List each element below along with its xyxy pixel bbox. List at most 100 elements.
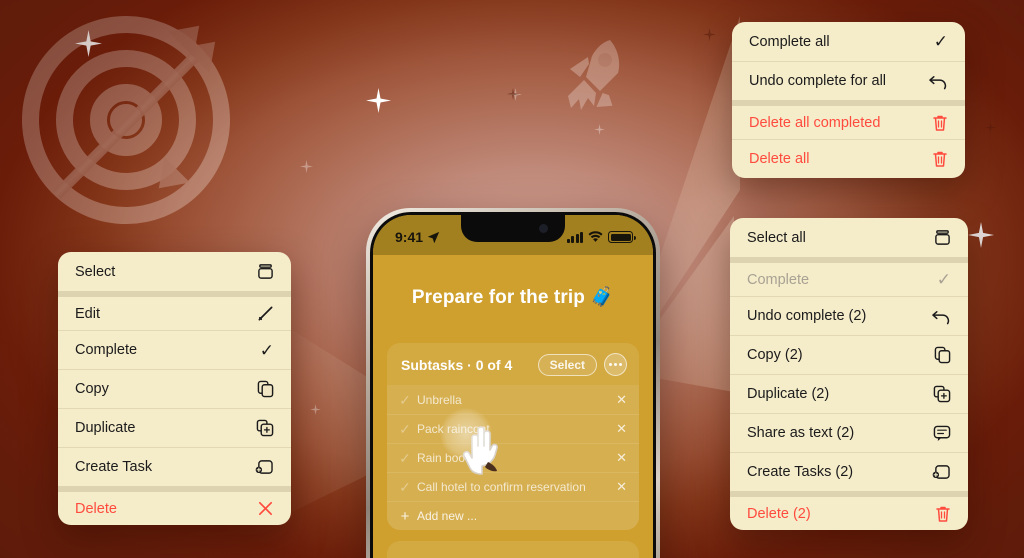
subtask-list: ✓ Unbrella ✕ ✓ Pack raincoat ✕ ✓ [387, 385, 639, 530]
phone-screen: 9:41 Prepare for the trip 🧳 Subtasks · 0… [373, 215, 653, 558]
menu-item-label: Duplicate (2) [747, 386, 830, 402]
status-bar-time: 9:41 [395, 229, 424, 245]
phone-bezel: 9:41 Prepare for the trip 🧳 Subtasks · 0… [370, 212, 656, 558]
menu-item-label: Copy (2) [747, 347, 803, 363]
menu-item-edit[interactable]: Edit [58, 291, 291, 330]
menu-item-label: Undo complete (2) [747, 308, 867, 324]
menu-item-label: Complete [747, 271, 810, 288]
select-button[interactable]: Select [537, 353, 597, 376]
plus-icon: + [400, 507, 410, 525]
menu-item-label: Complete [75, 342, 138, 358]
menu-item-label: Undo complete for all [749, 73, 887, 89]
phone-notch [461, 215, 565, 242]
list-item[interactable]: ✓ Pack raincoat ✕ [387, 414, 639, 443]
checkmark-icon[interactable]: ✓ [393, 393, 417, 407]
context-menu-selection-actions[interactable]: Select all Complete ✓ Undo complete (2) … [730, 218, 968, 530]
undo-arrow-icon [926, 73, 948, 90]
list-item[interactable]: ✓ Call hotel to confirm reservation ✕ [387, 472, 639, 501]
trash-icon [926, 114, 948, 132]
subtasks-card-header: Subtasks · 0 of 4 Select [387, 343, 639, 385]
menu-item-label: Edit [75, 305, 100, 322]
menu-item-delete[interactable]: Delete (2) [730, 491, 968, 530]
duplicate-icon [929, 385, 951, 403]
menu-item-label: Copy [75, 381, 109, 397]
menu-item-label: Complete all [749, 33, 830, 50]
menu-item-create-task[interactable]: Create Task [58, 447, 291, 486]
menu-item-label: Select all [747, 229, 806, 246]
battery-icon [608, 231, 636, 243]
menu-item-undo-complete-for-all[interactable]: Undo complete for all [732, 61, 965, 100]
subtasks-count-label: Subtasks · 0 of 4 [401, 356, 513, 373]
menu-item-delete[interactable]: Delete [58, 486, 291, 525]
menu-item-duplicate[interactable]: Duplicate [58, 408, 291, 447]
menu-item-delete-all-completed[interactable]: Delete all completed [732, 100, 965, 139]
pointing-hand-cursor [440, 408, 508, 480]
menu-item-select[interactable]: Select [58, 252, 291, 291]
ellipsis-circle-icon[interactable] [604, 353, 627, 376]
undo-arrow-icon [929, 308, 951, 325]
duplicate-icon [252, 419, 274, 437]
checkmark-icon[interactable]: ✓ [393, 422, 417, 436]
menu-item-copy[interactable]: Copy (2) [730, 335, 968, 374]
menu-item-complete[interactable]: Complete ✓ [730, 257, 968, 296]
menu-item-label: Create Task [75, 459, 153, 475]
secondary-card [387, 541, 639, 558]
x-icon [252, 500, 274, 517]
create-task-icon [929, 464, 951, 480]
menu-item-label: Delete all completed [749, 114, 881, 131]
remove-icon[interactable]: ✕ [616, 479, 627, 495]
checkmark-icon: ✓ [933, 32, 948, 51]
pencil-icon [252, 305, 274, 322]
page-title: Prepare for the trip 🧳 [411, 287, 615, 308]
checkmark-icon: ✓ [936, 270, 951, 289]
menu-item-copy[interactable]: Copy [58, 369, 291, 408]
menu-item-label: Delete [75, 500, 117, 517]
menu-item-label: Create Tasks (2) [747, 464, 854, 480]
menu-item-undo-complete[interactable]: Undo complete (2) [730, 296, 968, 335]
list-item[interactable]: ✓ Unbrella ✕ [387, 385, 639, 414]
screen-content: Prepare for the trip 🧳 Subtasks · 0 of 4… [373, 255, 653, 558]
trash-icon [926, 150, 948, 168]
menu-item-create-tasks[interactable]: Create Tasks (2) [730, 452, 968, 491]
trash-icon [929, 505, 951, 523]
tap-highlight [440, 408, 492, 460]
menu-item-delete-all[interactable]: Delete all [732, 139, 965, 178]
menu-item-label: Delete (2) [747, 505, 811, 522]
select-box-icon [252, 263, 274, 280]
menu-item-label: Duplicate [75, 420, 136, 436]
subtask-label: Rain boots [417, 451, 475, 465]
menu-item-label: Share as text (2) [747, 425, 855, 441]
copy-icon [929, 346, 951, 364]
subtask-label: Call hotel to confirm reservation [417, 480, 586, 494]
menu-item-label: Delete all [749, 151, 810, 167]
phone-mockup: 9:41 Prepare for the trip 🧳 Subtasks · 0… [366, 208, 660, 558]
menu-item-select-all[interactable]: Select all [730, 218, 968, 257]
add-new-subtask-row[interactable]: + Add new ... [387, 501, 639, 530]
subtasks-card: Subtasks · 0 of 4 Select ✓ Unbrella ✕ ✓ … [387, 343, 639, 530]
menu-item-complete[interactable]: Complete ✓ [58, 330, 291, 369]
checkmark-icon: ✓ [259, 340, 274, 360]
location-arrow-icon [427, 231, 440, 244]
checkmark-icon[interactable]: ✓ [393, 451, 417, 465]
cellular-signal-icon [566, 231, 583, 243]
context-menu-single-item-actions[interactable]: Select Edit Complete ✓ Copy Duplicate Cr… [58, 252, 291, 525]
create-task-icon [252, 459, 274, 475]
remove-icon[interactable]: ✕ [616, 421, 627, 437]
menu-item-share-as-text[interactable]: Share as text (2) [730, 413, 968, 452]
screenshot-canvas: 9:41 Prepare for the trip 🧳 Subtasks · 0… [0, 0, 1024, 558]
status-bar: 9:41 [373, 215, 653, 255]
select-box-icon [929, 229, 951, 246]
checkmark-icon[interactable]: ✓ [393, 480, 417, 494]
front-camera-icon [539, 224, 548, 233]
menu-item-label: Select [75, 263, 116, 280]
copy-icon [252, 380, 274, 398]
menu-item-duplicate[interactable]: Duplicate (2) [730, 374, 968, 413]
list-item[interactable]: ✓ Rain boots ✕ [387, 443, 639, 472]
context-menu-complete-all[interactable]: Complete all ✓ Undo complete for all Del… [732, 22, 965, 178]
add-new-label: Add new ... [417, 509, 478, 523]
remove-icon[interactable]: ✕ [616, 392, 627, 408]
message-icon [929, 425, 951, 442]
remove-icon[interactable]: ✕ [616, 450, 627, 466]
wifi-icon [588, 231, 603, 243]
menu-item-complete-all[interactable]: Complete all ✓ [732, 22, 965, 61]
